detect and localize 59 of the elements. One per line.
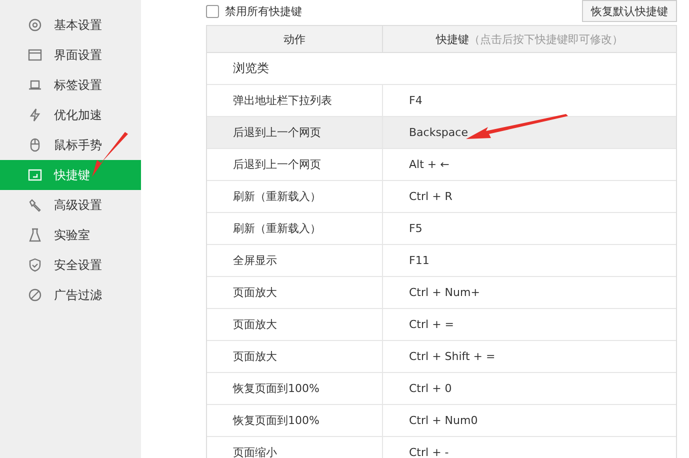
shortcut-cell[interactable]: Ctrl + - (409, 446, 449, 458)
shield-icon (28, 258, 42, 272)
table-row[interactable]: 刷新（重新载入） Ctrl + R (207, 181, 676, 213)
action-cell: 页面放大 (233, 349, 277, 364)
action-cell: 后退到上一个网页 (233, 157, 321, 172)
action-cell: 页面放大 (233, 285, 277, 300)
column-header: 快捷键（点击后按下快捷键即可修改） (436, 32, 623, 46)
table-row[interactable]: 刷新（重新载入） F5 (207, 213, 676, 245)
sidebar-item[interactable]: 安全设置 (0, 250, 141, 280)
sidebar-item[interactable]: 广告过滤 (0, 280, 141, 310)
action-cell: 恢复页面到100% (233, 381, 320, 396)
table-row[interactable]: 后退到上一个网页 Alt + ← (207, 149, 676, 181)
action-cell: 恢复页面到100% (233, 413, 320, 428)
table-row[interactable]: 全屏显示 F11 (207, 245, 676, 277)
flask-icon (28, 228, 42, 242)
table-row[interactable]: 页面放大 Ctrl + Num+ (207, 277, 676, 309)
window-icon (28, 48, 42, 62)
action-cell: 刷新（重新载入） (233, 221, 321, 236)
sidebar-item[interactable]: 实验室 (0, 220, 141, 250)
table-row[interactable]: 后退到上一个网页 Backspace (207, 117, 676, 149)
shortcut-cell[interactable]: Ctrl + = (409, 318, 454, 331)
gear-icon (28, 18, 42, 32)
table-row[interactable]: 恢复页面到100% Ctrl + Num0 (207, 405, 676, 437)
sidebar-item[interactable]: 界面设置 (0, 40, 141, 70)
action-cell: 全屏显示 (233, 253, 277, 268)
bolt-icon (28, 108, 42, 122)
mouse-icon (28, 138, 42, 152)
table-row[interactable]: 页面放大 Ctrl + = (207, 309, 676, 341)
action-cell: 页面放大 (233, 317, 277, 332)
checkbox[interactable] (206, 4, 219, 18)
annotation-arrow (92, 132, 128, 177)
action-cell: 弹出地址栏下拉列表 (233, 93, 332, 108)
restore-defaults-button[interactable]: 恢复默认快捷键 (582, 0, 677, 22)
shortcut-cell[interactable]: Ctrl + 0 (409, 382, 452, 395)
shortcut-cell[interactable]: Alt + ← (409, 158, 450, 171)
table-row[interactable]: 页面放大 Ctrl + Shift + = (207, 341, 676, 373)
shortcut-cell[interactable]: Ctrl + Num0 (409, 414, 478, 427)
shortcut-cell[interactable]: F11 (409, 254, 430, 267)
shortcut-cell[interactable]: F4 (409, 94, 422, 107)
shortcut-cell[interactable]: F5 (409, 222, 422, 235)
sidebar-item[interactable]: 鼠标手势 (0, 130, 141, 160)
category-label: 浏览类 (233, 60, 269, 77)
block-icon (28, 288, 42, 302)
sidebar-item[interactable]: 基本设置 (0, 10, 141, 40)
shortcut-cell[interactable]: Ctrl + Shift + = (409, 350, 496, 363)
action-cell: 页面缩小 (233, 445, 277, 458)
sidebar-item[interactable]: 标签设置 (0, 70, 141, 100)
shortcut-cell[interactable]: Ctrl + R (409, 190, 452, 203)
sidebar-item[interactable]: 优化加速 (0, 100, 141, 130)
checkbox-label: 禁用所有快捷键 (225, 4, 302, 18)
shortcut-cell[interactable]: Ctrl + Num+ (409, 286, 480, 299)
table-row[interactable]: 恢复页面到100% Ctrl + 0 (207, 373, 676, 405)
table-row[interactable]: 弹出地址栏下拉列表 F4 (207, 85, 676, 117)
sidebar-item[interactable]: 高级设置 (0, 190, 141, 220)
action-cell: 后退到上一个网页 (233, 125, 321, 140)
column-header: 动作 (284, 32, 306, 46)
shortcut-cell[interactable]: Backspace (409, 126, 468, 139)
wrench-icon (28, 198, 42, 212)
action-cell: 刷新（重新载入） (233, 189, 321, 204)
